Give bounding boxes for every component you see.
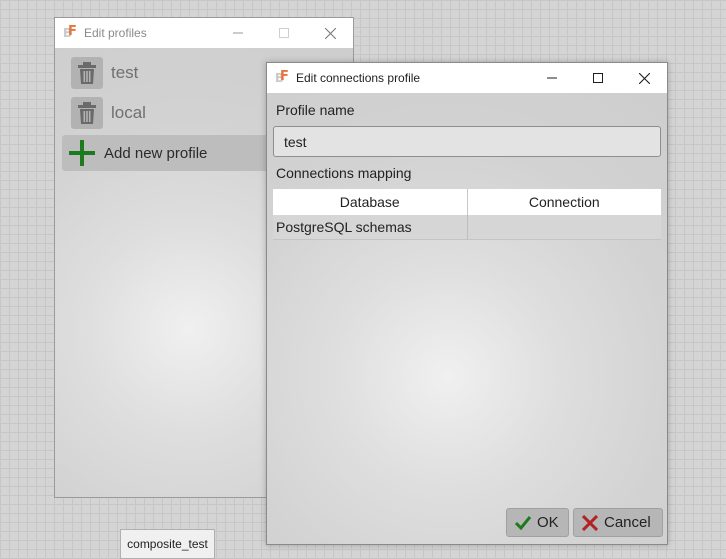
connections-mapping-table: Database Connection PostgreSQL schemas [273, 189, 661, 240]
connection-cell[interactable] [467, 215, 661, 240]
minimize-icon [547, 77, 557, 79]
minimize-icon [233, 32, 243, 34]
column-header-connection[interactable]: Connection [467, 189, 661, 215]
close-button[interactable] [621, 63, 667, 93]
maximize-button[interactable] [575, 63, 621, 93]
profile-label[interactable]: local [111, 103, 146, 123]
cancel-button[interactable]: Cancel [573, 508, 663, 537]
profile-name-label: Profile name [276, 102, 355, 118]
close-button[interactable] [307, 18, 353, 48]
checkmark-icon [515, 515, 531, 530]
ok-label: OK [537, 514, 559, 531]
window-title: Edit connections profile [296, 71, 421, 85]
cancel-x-icon [582, 514, 598, 531]
add-profile-button[interactable]: Add new profile [62, 135, 282, 171]
minimize-button[interactable] [215, 18, 261, 48]
trash-icon [78, 102, 96, 124]
canvas-node-label[interactable]: composite_test [120, 529, 215, 559]
connections-mapping-label: Connections mapping [276, 165, 412, 181]
cancel-label: Cancel [604, 514, 651, 531]
delete-profile-button[interactable] [71, 97, 103, 129]
delete-profile-button[interactable] [71, 57, 103, 89]
plus-icon [68, 139, 96, 167]
trash-icon [78, 62, 96, 84]
column-header-database[interactable]: Database [273, 189, 468, 215]
title-bar[interactable]: BF Edit profiles [55, 18, 353, 48]
profile-name-input[interactable] [273, 126, 661, 157]
maximize-button[interactable] [261, 18, 307, 48]
maximize-icon [593, 73, 603, 83]
database-cell[interactable]: PostgreSQL schemas [273, 215, 468, 240]
close-icon [638, 72, 650, 84]
profile-row-test: test [71, 57, 138, 89]
close-icon [324, 27, 336, 39]
title-bar[interactable]: BF Edit connections profile [267, 63, 667, 93]
ok-button[interactable]: OK [506, 508, 569, 537]
minimize-button[interactable] [529, 63, 575, 93]
maximize-icon [279, 28, 289, 38]
window-title: Edit profiles [84, 26, 147, 40]
profile-row-local: local [71, 97, 146, 129]
app-logo-icon: BF [275, 69, 289, 86]
app-logo-icon: BF [63, 24, 77, 41]
table-row[interactable]: PostgreSQL schemas [273, 215, 661, 240]
add-profile-label: Add new profile [104, 144, 208, 162]
edit-connections-profile-dialog: BF Edit connections profile Profile name… [266, 62, 668, 545]
profile-label[interactable]: test [111, 63, 138, 83]
